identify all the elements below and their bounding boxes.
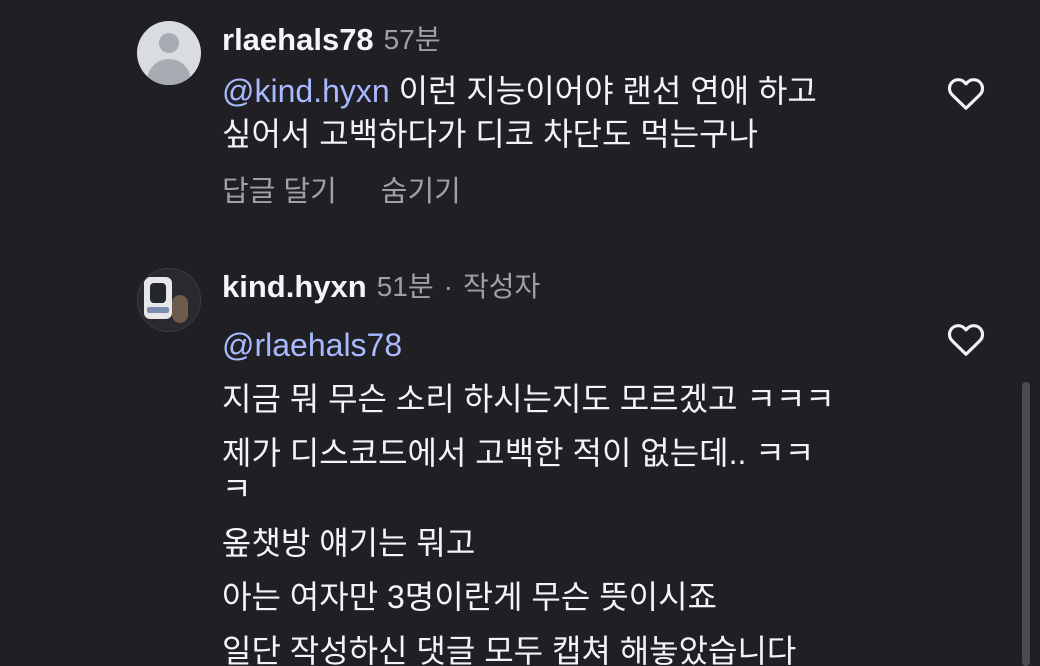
- avatar-photo-hand: [150, 283, 166, 303]
- username[interactable]: kind.hyxn: [222, 267, 367, 307]
- heart-icon: [947, 78, 985, 110]
- vertical-scrollbar[interactable]: [1022, 382, 1030, 666]
- user-avatar[interactable]: [137, 21, 201, 85]
- mention-link[interactable]: @rlaehals78: [222, 318, 922, 372]
- user-avatar[interactable]: [137, 268, 201, 332]
- author-badge: 작성자: [462, 271, 541, 302]
- reply-button[interactable]: 답글 달기: [222, 172, 337, 212]
- comments-screen: rlaehals78 57분 @kind.hyxn 이런 지능이어야 랜선 연애…: [0, 0, 1040, 666]
- comment-line-6: 일단 작성하신 댓글 모두 캡쳐 해놓았습니다: [222, 633, 797, 666]
- comment-line-2: 싶어서 고백하다가 디코 차단도 먹는구나: [222, 116, 759, 152]
- comment-meta: kind.hyxn 51분 · 작성자: [222, 267, 540, 307]
- comment-kind-hyxn: kind.hyxn 51분 · 작성자 @rlaehals78 지금 뭐 무슨 …: [0, 240, 1040, 666]
- avatar-head-shape: [159, 33, 179, 53]
- avatar-body-shape: [147, 59, 191, 85]
- avatar-photo-strip: [147, 307, 169, 313]
- comment-actions: 답글 달기 숨기기: [222, 172, 461, 212]
- username[interactable]: rlaehals78: [222, 20, 374, 60]
- comment-text: @kind.hyxn 이런 지능이어야 랜선 연애 하고 싶어서 고백하다가 디…: [222, 70, 922, 156]
- comment-meta: rlaehals78 57분: [222, 20, 441, 60]
- hide-button[interactable]: 숨기기: [381, 172, 461, 212]
- comment-time: 51분: [376, 271, 434, 302]
- mention-link[interactable]: @kind.hyxn: [222, 73, 390, 109]
- comment-line-1: @kind.hyxn 이런 지능이어야 랜선 연애 하고: [222, 70, 922, 113]
- comment-time: 57분: [383, 24, 441, 55]
- avatar-photo-arm: [172, 295, 188, 323]
- meta-separator: ·: [443, 271, 453, 302]
- like-button[interactable]: [944, 74, 988, 114]
- comment-line-1: 지금 뭐 무슨 소리 하시는지도 모르겠고 ㅋㅋㅋ: [222, 381, 835, 417]
- comment-text-part: 이런 지능이어야 랜선 연애 하고: [389, 73, 817, 109]
- comment-line-5: 아는 여자만 3명이란게 무슨 뜻이시죠: [222, 579, 717, 615]
- comment-text: @rlaehals78 지금 뭐 무슨 소리 하시는지도 모르겠고 ㅋㅋㅋ 제가…: [222, 318, 922, 666]
- heart-icon: [947, 324, 985, 356]
- comment-rlaehals78: rlaehals78 57분 @kind.hyxn 이런 지능이어야 랜선 연애…: [0, 0, 1040, 240]
- like-button[interactable]: [944, 320, 988, 360]
- comment-line-4: 옾챗방 얘기는 뭐고: [222, 525, 476, 561]
